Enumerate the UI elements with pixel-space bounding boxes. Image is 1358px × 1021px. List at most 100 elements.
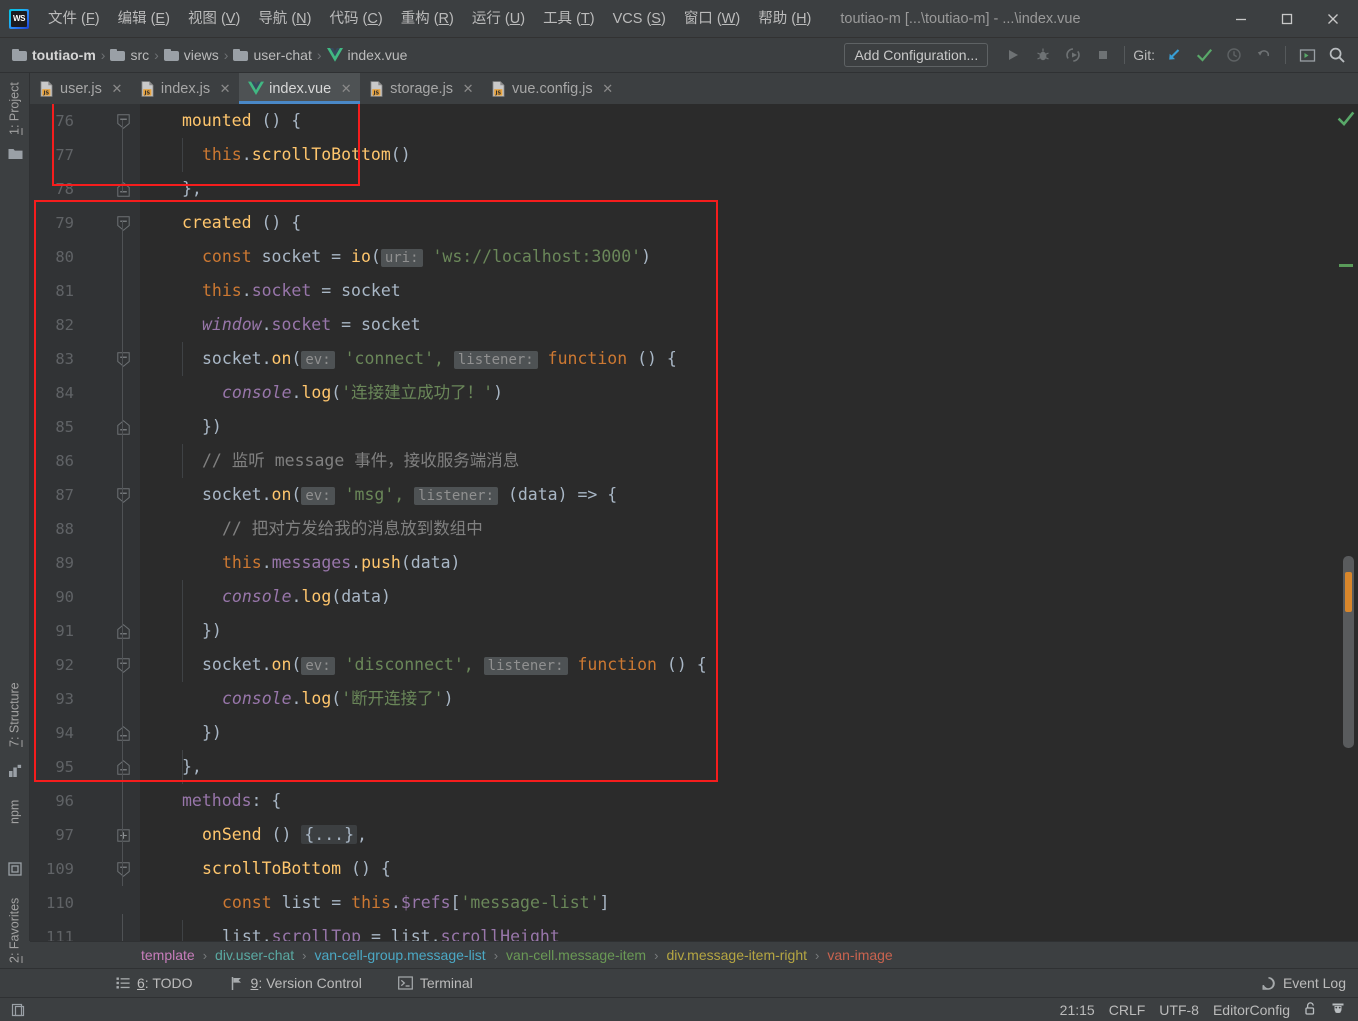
menu-code[interactable]: 代码 (C) [321, 6, 392, 32]
breadcrumb-item-src[interactable]: src [106, 45, 153, 65]
code-line[interactable]: socket.on(ev: 'connect', listener: funct… [202, 342, 677, 376]
element-path-item[interactable]: van-image [824, 946, 895, 964]
menu-navigate[interactable]: 导航 (N) [249, 6, 320, 32]
stop-icon[interactable] [1088, 42, 1118, 68]
maximize-button[interactable] [1264, 0, 1310, 38]
element-path-item[interactable]: div.message-item-right [663, 946, 810, 964]
editor-tab-vue-config-js[interactable]: JS vue.config.js ✕ [482, 73, 622, 104]
git-update-icon[interactable] [1159, 42, 1189, 68]
tool-window-version-control[interactable]: 9: Version Control [222, 972, 369, 994]
code-line[interactable]: }) [202, 716, 222, 750]
inspection-profile-icon[interactable] [1324, 998, 1352, 1021]
fold-end-icon[interactable] [114, 716, 132, 750]
sidebar-item-project[interactable]: 1: Project [0, 75, 29, 143]
tool-window-terminal[interactable]: Terminal [391, 972, 480, 994]
code-line[interactable]: // 监听 message 事件，接收服务端消息 [202, 444, 519, 478]
element-path-item[interactable]: van-cell-group.message-list [312, 946, 489, 964]
menu-window[interactable]: 窗口 (W) [675, 6, 749, 32]
tab-close-icon[interactable]: ✕ [461, 82, 475, 96]
code-line[interactable]: }) [202, 410, 222, 444]
caret-position[interactable]: 21:15 [1053, 1000, 1102, 1020]
code-line[interactable]: mounted () { [182, 104, 301, 138]
breadcrumb-item-index-vue[interactable]: index.vue [323, 45, 412, 65]
code-line[interactable]: list.scrollTop = list.scrollHeight [222, 920, 560, 941]
tab-close-icon[interactable]: ✕ [218, 82, 232, 96]
unlock-icon[interactable] [1297, 999, 1324, 1021]
breadcrumb-item-toutiao-m[interactable]: toutiao-m [8, 45, 100, 65]
code-line[interactable]: scrollToBottom () { [202, 852, 391, 886]
code-line[interactable]: console.log('连接建立成功了！') [222, 376, 503, 410]
fold-expand-icon[interactable] [114, 818, 132, 852]
tool-window-todo[interactable]: 6: TODO [108, 972, 200, 994]
debug-icon[interactable] [1028, 42, 1058, 68]
tab-close-icon[interactable]: ✕ [601, 82, 615, 96]
marker-scrollbar[interactable] [1336, 104, 1358, 941]
inspection-status-icon[interactable] [1337, 110, 1355, 133]
code-line[interactable]: this.socket = socket [202, 274, 401, 308]
file-encoding[interactable]: UTF-8 [1152, 1000, 1206, 1020]
sidebar-item-favorites[interactable]: 2: Favorites [0, 885, 29, 975]
code-line[interactable]: }, [182, 172, 202, 206]
code-line[interactable]: window.socket = socket [202, 308, 421, 342]
collapsed-code-fold[interactable]: {...} [301, 825, 358, 844]
run-icon[interactable] [998, 42, 1028, 68]
menu-help[interactable]: 帮助 (H) [749, 6, 820, 32]
code-line[interactable]: const socket = io(uri: 'ws://localhost:3… [202, 240, 651, 274]
fold-end-icon[interactable] [114, 614, 132, 648]
breadcrumb-item-views[interactable]: views [160, 45, 223, 65]
editor-gutter[interactable]: 76 77 78 79 80 81 82 83 84 85 86 87 88 89 90 91 92 93 94 95… [30, 104, 140, 941]
fold-end-icon[interactable] [114, 410, 132, 444]
line-separator[interactable]: CRLF [1102, 1000, 1153, 1020]
code-line[interactable]: methods: { [182, 784, 281, 818]
code-line[interactable]: // 把对方发给我的消息放到数组中 [222, 512, 483, 546]
code-line[interactable]: this.scrollToBottom() [202, 138, 411, 172]
close-button[interactable] [1310, 0, 1356, 38]
menu-refactor[interactable]: 重构 (R) [392, 6, 463, 32]
breadcrumb-item-user-chat[interactable]: user-chat [229, 45, 315, 65]
code-line[interactable]: }) [202, 614, 222, 648]
fold-end-icon[interactable] [114, 750, 132, 784]
layout-toggle-icon[interactable] [8, 1000, 28, 1020]
menu-run[interactable]: 运行 (U) [463, 6, 534, 32]
editor-tab-user-js[interactable]: JS user.js ✕ [30, 73, 131, 104]
search-everywhere-icon[interactable] [1322, 42, 1352, 68]
code-line[interactable]: socket.on(ev: 'disconnect', listener: fu… [202, 648, 707, 682]
menu-view[interactable]: 视图 (V) [179, 6, 249, 32]
menu-vcs[interactable]: VCS (S) [604, 6, 675, 32]
fold-collapse-icon[interactable] [114, 852, 132, 886]
menu-edit[interactable]: 编辑 (E) [109, 6, 179, 32]
element-path-item[interactable]: van-cell.message-item [503, 946, 649, 964]
fold-collapse-icon[interactable] [114, 206, 132, 240]
tab-close-icon[interactable]: ✕ [339, 82, 353, 96]
menu-file[interactable]: 文件 (F) [39, 6, 109, 32]
fold-collapse-icon[interactable] [114, 342, 132, 376]
code-line[interactable]: console.log('断开连接了') [222, 682, 454, 716]
element-path-item[interactable]: div.user-chat [212, 946, 297, 964]
fold-end-icon[interactable] [114, 172, 132, 206]
code-editor[interactable]: 76 77 78 79 80 81 82 83 84 85 86 87 88 89 90 91 92 93 94 95… [30, 104, 1358, 941]
code-line[interactable]: const list = this.$refs['message-list'] [222, 886, 609, 920]
code-content[interactable]: mounted () {this.scrollToBottom()}, creat… [140, 104, 1358, 941]
code-line[interactable]: this.messages.push(data) [222, 546, 460, 580]
code-line[interactable]: created () { [182, 206, 301, 240]
sidebar-item-structure[interactable]: 7: Structure [0, 671, 29, 759]
sidebar-item-npm[interactable]: npm [0, 791, 29, 833]
run-coverage-icon[interactable] [1058, 42, 1088, 68]
fold-collapse-icon[interactable] [114, 104, 132, 138]
editor-tab-index-js[interactable]: JS index.js ✕ [131, 73, 239, 104]
code-line[interactable]: onSend () {...}, [202, 818, 367, 852]
add-configuration-button[interactable]: Add Configuration... [844, 43, 989, 67]
git-revert-icon[interactable] [1249, 42, 1279, 68]
tab-close-icon[interactable]: ✕ [110, 82, 124, 96]
git-commit-icon[interactable] [1189, 42, 1219, 68]
element-path-item[interactable]: template [138, 946, 198, 964]
terminal-toggle-icon[interactable] [1292, 42, 1322, 68]
code-line[interactable]: socket.on(ev: 'msg', listener: (data) =>… [202, 478, 617, 512]
menu-tools[interactable]: 工具 (T) [534, 6, 604, 32]
editor-tab-index-vue[interactable]: index.vue ✕ [239, 73, 361, 104]
event-log-button[interactable]: Event Log [1261, 975, 1346, 991]
code-line[interactable]: }, [182, 750, 202, 784]
fold-collapse-icon[interactable] [114, 478, 132, 512]
fold-collapse-icon[interactable] [114, 648, 132, 682]
editorconfig-indicator[interactable]: EditorConfig [1206, 1000, 1297, 1020]
